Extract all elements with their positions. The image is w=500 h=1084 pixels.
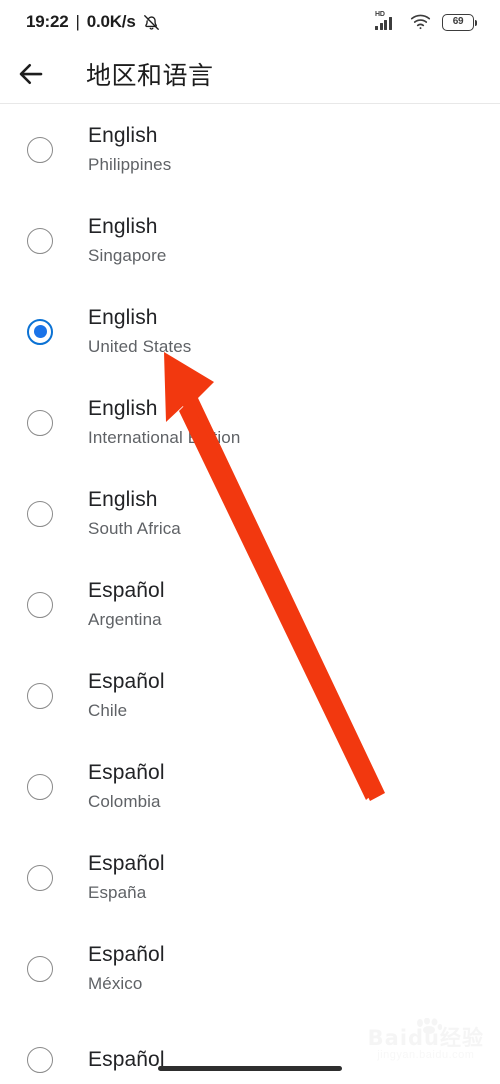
- locale-language: English: [88, 306, 158, 329]
- status-bar-right: HD 69: [375, 11, 477, 32]
- status-time: 19:22: [26, 12, 69, 31]
- locale-row-text: English South Africa: [88, 486, 181, 541]
- locale-language: English: [88, 488, 158, 511]
- radio-button-selected[interactable]: [27, 318, 53, 345]
- locale-row[interactable]: English Singapore: [0, 195, 500, 286]
- radio-button[interactable]: [27, 227, 53, 254]
- locale-language: English: [88, 124, 158, 147]
- locale-language: Español: [88, 1048, 165, 1071]
- locale-region: South Africa: [88, 519, 181, 538]
- signal-bars: [375, 17, 392, 30]
- status-bar-left: 19:22 | 0.0K/s: [26, 12, 161, 32]
- locale-row-text: Español México: [88, 941, 165, 996]
- app-bar: 地区和语言: [0, 44, 500, 103]
- locale-row-text: Español Chile: [88, 668, 165, 723]
- status-network-speed: 0.0K/s: [86, 12, 136, 31]
- back-button[interactable]: [0, 44, 62, 103]
- locale-row[interactable]: Español Chile: [0, 650, 500, 741]
- locale-language: Español: [88, 943, 165, 966]
- locale-row-text: English United States: [88, 304, 191, 359]
- locale-language: Español: [88, 761, 165, 784]
- locale-row[interactable]: English Philippines: [0, 104, 500, 195]
- locale-row[interactable]: Español México: [0, 923, 500, 1014]
- locale-region: Argentina: [88, 610, 162, 629]
- locale-row-text: Español Colombia: [88, 759, 165, 814]
- locale-row[interactable]: Español Argentina: [0, 559, 500, 650]
- page-title: 地区和语言: [86, 60, 214, 90]
- locale-list[interactable]: English Philippines English Singapore Englis…: [0, 104, 500, 1084]
- locale-row[interactable]: Español Colombia: [0, 741, 500, 832]
- locale-language: Español: [88, 670, 165, 693]
- locale-region: Chile: [88, 701, 128, 720]
- locale-row[interactable]: English International Edition: [0, 377, 500, 468]
- locale-region: México: [88, 974, 143, 993]
- locale-row-text: English Singapore: [88, 213, 166, 268]
- signal-bars-icon: HD: [375, 11, 399, 32]
- locale-row-text: English International Edition: [88, 395, 240, 450]
- locale-region: United States: [88, 337, 192, 356]
- locale-region: España: [88, 883, 147, 902]
- locale-language: English: [88, 215, 158, 238]
- battery-level-label: 69: [452, 16, 464, 27]
- locale-row-text: Español: [88, 1046, 165, 1073]
- locale-row-text: English Philippines: [88, 122, 171, 177]
- radio-button[interactable]: [27, 773, 53, 800]
- phone-screen: 19:22 | 0.0K/s HD 69 地区和语言 English Phili…: [0, 0, 500, 1084]
- radio-button[interactable]: [27, 864, 53, 891]
- status-separator: |: [75, 12, 80, 31]
- home-indicator[interactable]: [158, 1066, 342, 1071]
- wifi-icon: [410, 14, 431, 30]
- locale-row[interactable]: Español: [0, 1014, 500, 1084]
- locale-row-text: Español España: [88, 850, 165, 905]
- locale-region: Colombia: [88, 792, 161, 811]
- locale-region: Singapore: [88, 246, 167, 265]
- radio-button[interactable]: [27, 591, 53, 618]
- radio-button[interactable]: [27, 136, 53, 163]
- locale-row[interactable]: Español España: [0, 832, 500, 923]
- radio-button[interactable]: [27, 955, 53, 982]
- locale-row-text: Español Argentina: [88, 577, 165, 632]
- battery-icon: 69: [442, 13, 477, 31]
- locale-language: English: [88, 397, 158, 420]
- radio-button[interactable]: [27, 1046, 53, 1073]
- locale-region: International Edition: [88, 428, 241, 447]
- locale-language: Español: [88, 852, 165, 875]
- radio-button[interactable]: [27, 500, 53, 527]
- radio-button[interactable]: [27, 409, 53, 436]
- locale-row[interactable]: English United States: [0, 286, 500, 377]
- locale-region: Philippines: [88, 155, 172, 174]
- back-arrow-icon: [16, 59, 46, 89]
- locale-row[interactable]: English South Africa: [0, 468, 500, 559]
- bell-muted-icon: [142, 13, 161, 32]
- locale-language: Español: [88, 579, 165, 602]
- status-bar: 19:22 | 0.0K/s HD 69: [0, 0, 500, 44]
- radio-button[interactable]: [27, 682, 53, 709]
